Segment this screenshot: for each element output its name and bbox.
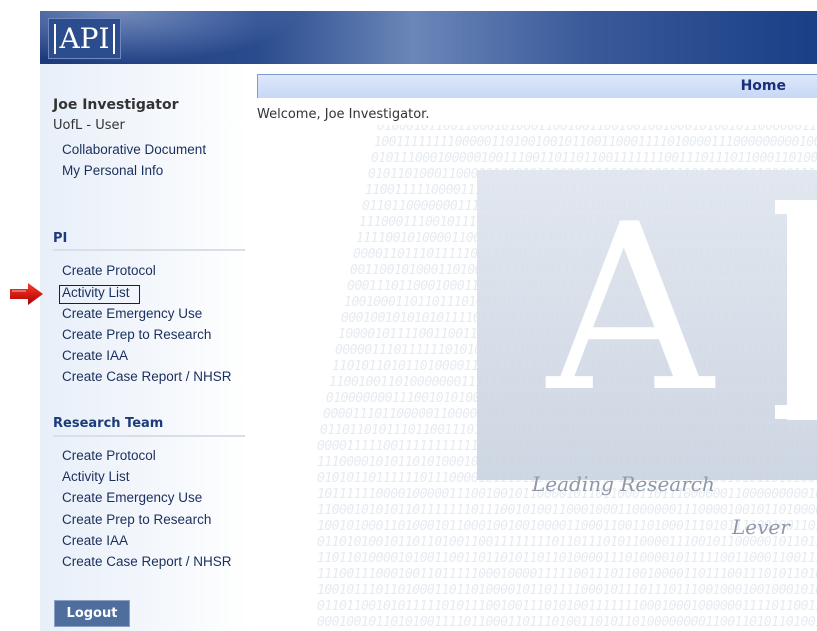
background-watermark: 0100010110011000101000110010011001001001…	[257, 125, 817, 631]
binary-pattern-line: 1110011100010011011111000100001111100111…	[317, 567, 817, 582]
binary-pattern-line: 1001011101101000110110100001011011110001…	[317, 583, 817, 598]
link-collaborative-document[interactable]: Collaborative Document	[62, 142, 206, 157]
section-divider	[53, 435, 245, 437]
binary-pattern-line: 1001111111100000110100100101100110001111…	[374, 135, 817, 150]
rt-create-iaa[interactable]: Create IAA	[62, 533, 128, 548]
user-name: Joe Investigator	[53, 97, 179, 113]
api-logo: API	[48, 18, 121, 59]
rt-create-emergency-use[interactable]: Create Emergency Use	[62, 490, 202, 505]
watermark-letter-i	[775, 200, 817, 420]
pi-create-emergency-use[interactable]: Create Emergency Use	[62, 306, 202, 321]
welcome-message: Welcome, Joe Investigator.	[257, 107, 430, 122]
header-banner	[40, 11, 817, 64]
section-title-research-team: Research Team	[53, 416, 164, 431]
watermark-tagline: Leading Research	[532, 472, 715, 496]
logout-button[interactable]: Logout	[54, 600, 130, 627]
rt-create-protocol[interactable]: Create Protocol	[62, 448, 156, 463]
binary-pattern-line: 0001001011010100111101100011011101001101…	[317, 615, 817, 630]
watermark-letter-a: A	[547, 176, 714, 443]
page-title: Home	[740, 78, 786, 94]
binary-pattern-line: 0100010110011000101000110010011001001001…	[377, 125, 817, 134]
watermark-tagline-partial: Lever	[732, 515, 790, 539]
binary-pattern-line: 0110110010101111101011100100111010100111…	[317, 599, 817, 614]
section-title-pi: PI	[53, 231, 68, 246]
section-divider	[53, 249, 245, 251]
rt-activity-list[interactable]: Activity List	[62, 469, 130, 484]
user-role: UofL - User	[53, 118, 125, 133]
link-my-personal-info[interactable]: My Personal Info	[62, 163, 163, 178]
rt-create-case-report[interactable]: Create Case Report / NHSR	[62, 554, 232, 569]
logo-text: API	[54, 23, 115, 54]
pi-create-prep-to-research[interactable]: Create Prep to Research	[62, 327, 211, 342]
pi-create-case-report[interactable]: Create Case Report / NHSR	[62, 369, 232, 384]
binary-pattern-line: 1101101000010100110011011010110110100001…	[317, 551, 817, 566]
pi-activity-list[interactable]: Activity List	[62, 285, 130, 300]
page-title-bar: Home	[257, 74, 817, 98]
rt-create-prep-to-research[interactable]: Create Prep to Research	[62, 512, 211, 527]
pi-create-iaa[interactable]: Create IAA	[62, 348, 128, 363]
binary-pattern-line: 0101110001000001001110011011011001111111…	[371, 151, 817, 166]
red-arrow-icon	[10, 283, 43, 305]
pi-create-protocol[interactable]: Create Protocol	[62, 263, 156, 278]
